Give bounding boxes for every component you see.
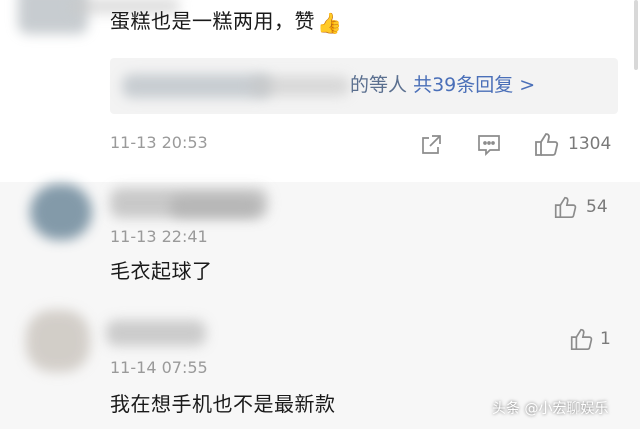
thumbs-up-emoji: 👍 <box>317 11 343 35</box>
like-count: 1 <box>600 329 611 349</box>
divider <box>0 300 640 310</box>
view-replies-link[interactable]: 共39条回复 > <box>413 74 535 96</box>
comment-timestamp: 11-13 20:53 <box>110 133 208 152</box>
reply-icon[interactable] <box>476 132 502 158</box>
comment-text-content: 蛋糕也是一糕两用，赞 <box>110 9 315 33</box>
replies-summary-text[interactable]: 的等人 共39条回复 > <box>350 72 535 98</box>
comment-text: 蛋糕也是一糕两用，赞 👍 <box>110 8 342 36</box>
share-icon[interactable] <box>418 132 444 158</box>
scrollbar[interactable] <box>634 0 638 70</box>
comment-timestamp: 11-13 22:41 <box>110 227 208 246</box>
like-icon[interactable] <box>532 130 560 158</box>
reply-prefix: 的等人 <box>350 74 408 96</box>
avatar[interactable] <box>30 184 92 240</box>
replies-summary[interactable]: 的等人 共39条回复 > <box>110 58 618 114</box>
watermark: 头条 @小宏聊娱乐 <box>492 401 609 417</box>
like-icon[interactable] <box>568 326 594 352</box>
comment-text: 我在想手机也不是最新款 <box>110 392 336 416</box>
username[interactable] <box>106 320 206 346</box>
comment-text: 毛衣起球了 <box>110 259 213 283</box>
like-count: 1304 <box>568 134 612 154</box>
comment-timestamp: 11-14 07:55 <box>110 358 208 377</box>
like-icon[interactable] <box>552 194 578 220</box>
username-blur <box>170 196 260 218</box>
comment-1: 蛋糕也是一糕两用，赞 👍 的等人 共39条回复 > 11-13 20:53 130… <box>0 0 640 182</box>
like-count: 54 <box>586 197 608 217</box>
reply-name-blur <box>250 76 350 96</box>
avatar[interactable] <box>26 310 90 372</box>
